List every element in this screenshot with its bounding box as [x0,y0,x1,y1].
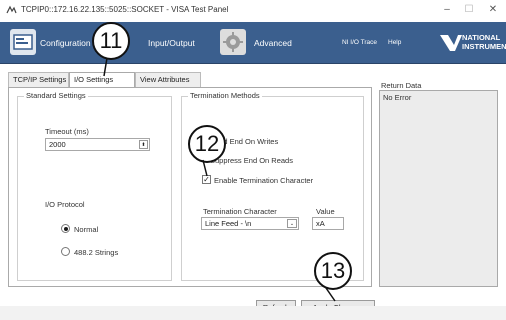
callout-pointers [103,57,336,302]
callout-13-pointer [325,287,336,302]
callout-11-pointer [103,57,108,77]
callout-12-pointer [202,159,208,177]
